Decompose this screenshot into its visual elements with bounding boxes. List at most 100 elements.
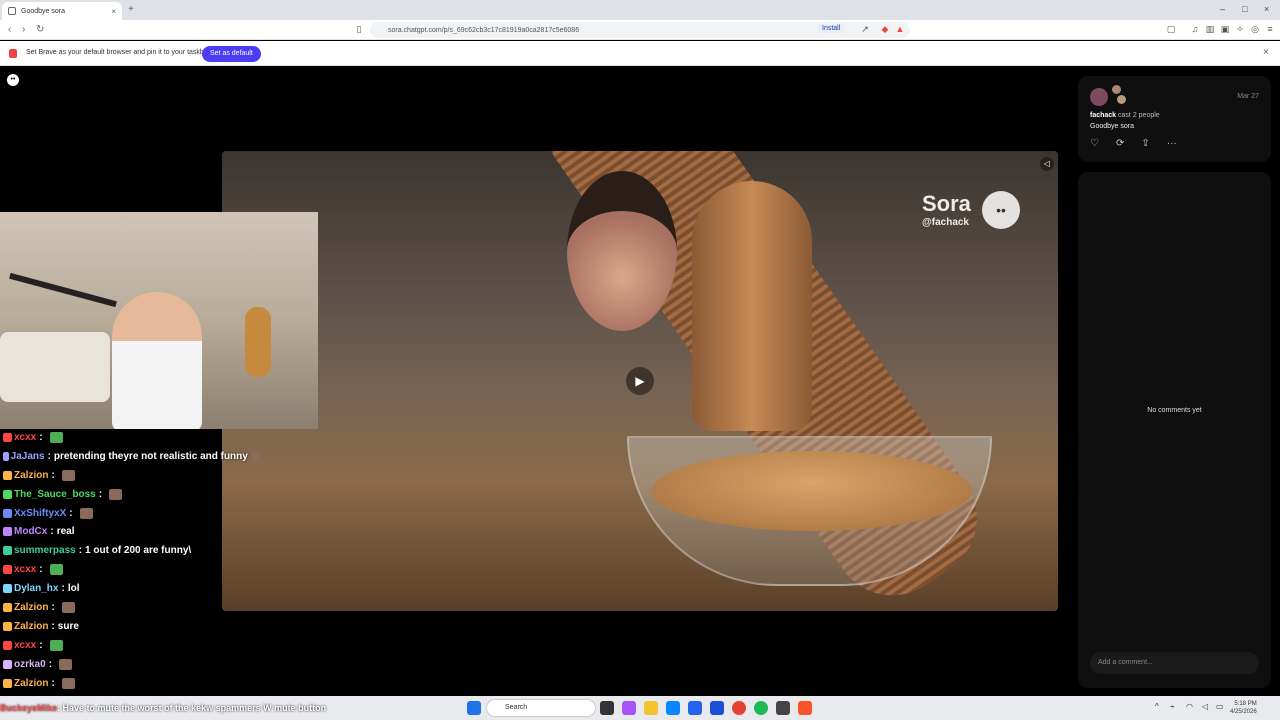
menu-icon[interactable]: ≡ — [1265, 24, 1275, 34]
sora-watermark-logo-icon: •• — [982, 191, 1020, 229]
default-browser-banner: Set Brave as your default browser and pi… — [0, 41, 1280, 66]
task-view-icon[interactable] — [600, 701, 614, 715]
chat-username: ozrka0 — [14, 658, 46, 670]
edge-icon[interactable] — [666, 701, 680, 715]
tray-network-icon[interactable]: ⌁ — [1170, 702, 1175, 711]
post-card: Mar 27 fachack cast 2 people Goodbye sor… — [1078, 76, 1271, 162]
play-icon[interactable]: ▶ — [626, 367, 654, 395]
more-icon[interactable]: ··· — [1167, 138, 1177, 149]
leo-icon[interactable]: ✧ — [1235, 24, 1245, 34]
cast-avatar[interactable] — [1117, 95, 1126, 104]
chat-emote-icon — [61, 469, 75, 481]
cast-text[interactable]: cast 2 people — [1118, 112, 1160, 119]
chat-badge-icon — [3, 659, 12, 669]
brave-icon[interactable] — [798, 701, 812, 715]
cast-avatar[interactable] — [1112, 85, 1121, 94]
browser-tab[interactable]: Goodbye sora × — [2, 2, 122, 20]
tabs-icon[interactable]: ▣ — [1220, 24, 1230, 34]
share-icon[interactable]: ⇪ — [1141, 138, 1149, 149]
watermark-handle: @fachack — [922, 217, 969, 228]
wallet-icon[interactable]: ◎ — [1250, 24, 1260, 34]
brave-rewards-icon[interactable]: ▲ — [895, 24, 905, 34]
author-name[interactable]: fachack — [1090, 112, 1116, 119]
chat-username: xcxx — [14, 431, 37, 443]
app-icon[interactable] — [688, 701, 702, 715]
chat-separator: : — [78, 545, 83, 557]
chat-separator: : — [51, 601, 55, 613]
chat-username: Dylan_hx — [14, 583, 59, 595]
minimize-button[interactable]: – — [1220, 4, 1225, 14]
chat-message: The_Sauce_boss: — [0, 485, 260, 504]
tray-battery-icon[interactable]: ▭ — [1216, 702, 1224, 711]
chat-text: pretending theyre not realistic and funn… — [53, 450, 248, 462]
screenshot-icon[interactable]: ▢ — [1166, 24, 1176, 34]
chat-message: summerpass:1 out of 200 are funny\ — [0, 541, 260, 560]
tray-wifi-icon[interactable]: ◠ — [1186, 702, 1193, 711]
chat-separator: : — [39, 564, 43, 576]
chat-username: Zalzion — [14, 601, 49, 613]
app-icon[interactable] — [622, 701, 636, 715]
taskbar-clock[interactable]: 5:18 PM 4/25/2026 — [1230, 700, 1257, 716]
chrome-icon[interactable] — [732, 701, 746, 715]
forward-icon[interactable]: › — [22, 24, 25, 35]
sidebar-icon[interactable]: ▥ — [1205, 24, 1215, 34]
remix-icon[interactable]: ⟳ — [1116, 138, 1124, 149]
chat-username: The_Sauce_boss — [14, 488, 96, 500]
post-actions: ♡ ⟳ ⇪ ··· — [1090, 138, 1177, 149]
share-icon[interactable]: ↗ — [860, 24, 870, 34]
reload-icon[interactable]: ↻ — [36, 24, 44, 35]
app-icon[interactable] — [776, 701, 790, 715]
sora-favicon-icon — [8, 7, 16, 15]
chat-message: xcxx: — [0, 428, 260, 447]
chat-separator: : — [48, 658, 53, 670]
chat-separator: : — [50, 526, 54, 538]
browser-tab-bar: Goodbye sora × + – □ × — [0, 0, 1280, 20]
brave-shields-icon[interactable]: ◆ — [880, 24, 890, 34]
start-icon[interactable] — [467, 701, 481, 715]
window-close-button[interactable]: × — [1264, 4, 1269, 14]
app-icon[interactable] — [710, 701, 724, 715]
ticker-user: BuckeyeMike — [0, 703, 58, 713]
sora-logo-icon[interactable]: •• — [7, 74, 19, 86]
author-avatar[interactable] — [1090, 88, 1108, 106]
chat-message: Zalzion: sure — [0, 617, 260, 636]
chat-emote-icon — [59, 658, 73, 670]
sora-watermark: Sora @fachack — [922, 191, 971, 228]
new-tab-button[interactable]: + — [128, 4, 134, 15]
tray-volume-icon[interactable]: ◁ — [1202, 702, 1208, 711]
chat-text: 1 out of 200 are funny\ — [85, 545, 192, 557]
chat-message: xcxx: — [0, 636, 260, 655]
install-button[interactable]: Install — [818, 24, 845, 33]
address-toolbar: ‹ › ↻ ▯ sora.chatgpt.com/p/s_69c62cb3c17… — [0, 20, 1280, 40]
video-player[interactable]: ◁ Sora @fachack •• ▶ — [222, 151, 1058, 611]
webcam-guitar — [245, 307, 271, 377]
chat-ticker: BuckeyeMike: Have to mute the worst of t… — [0, 703, 327, 713]
chat-username: summerpass — [14, 545, 76, 557]
tab-close-icon[interactable]: × — [111, 7, 116, 16]
chat-username: JaJans — [10, 450, 45, 462]
video-frame-face — [567, 171, 677, 331]
chat-username: xcxx — [14, 564, 37, 576]
file-explorer-icon[interactable] — [644, 701, 658, 715]
taskbar-search[interactable]: Search — [486, 699, 596, 717]
tray-chevron-icon[interactable]: ^ — [1155, 702, 1159, 711]
brave-logo-icon — [9, 49, 17, 58]
clock-time: 5:18 PM — [1234, 701, 1257, 707]
chat-badge-icon — [3, 508, 12, 518]
media-icon[interactable]: ♫ — [1190, 24, 1200, 34]
set-default-button[interactable]: Set as default — [202, 46, 261, 62]
maximize-button[interactable]: □ — [1242, 4, 1247, 14]
bookmark-icon[interactable]: ▯ — [354, 24, 364, 34]
mute-icon[interactable]: ◁ — [1040, 157, 1054, 171]
comment-input[interactable]: Add a comment... — [1090, 652, 1259, 674]
chat-emote-icon — [49, 564, 63, 576]
post-sidebar: Mar 27 fachack cast 2 people Goodbye sor… — [1078, 76, 1271, 688]
chat-badge-icon — [3, 678, 12, 688]
like-icon[interactable]: ♡ — [1090, 138, 1099, 149]
chat-message: XxShiftyxX: — [0, 504, 260, 523]
back-icon[interactable]: ‹ — [8, 24, 11, 35]
banner-close-icon[interactable]: × — [1263, 47, 1269, 58]
chat-username: ModCx — [14, 526, 48, 538]
banner-message: Set Brave as your default browser and pi… — [26, 49, 211, 56]
spotify-icon[interactable] — [754, 701, 768, 715]
